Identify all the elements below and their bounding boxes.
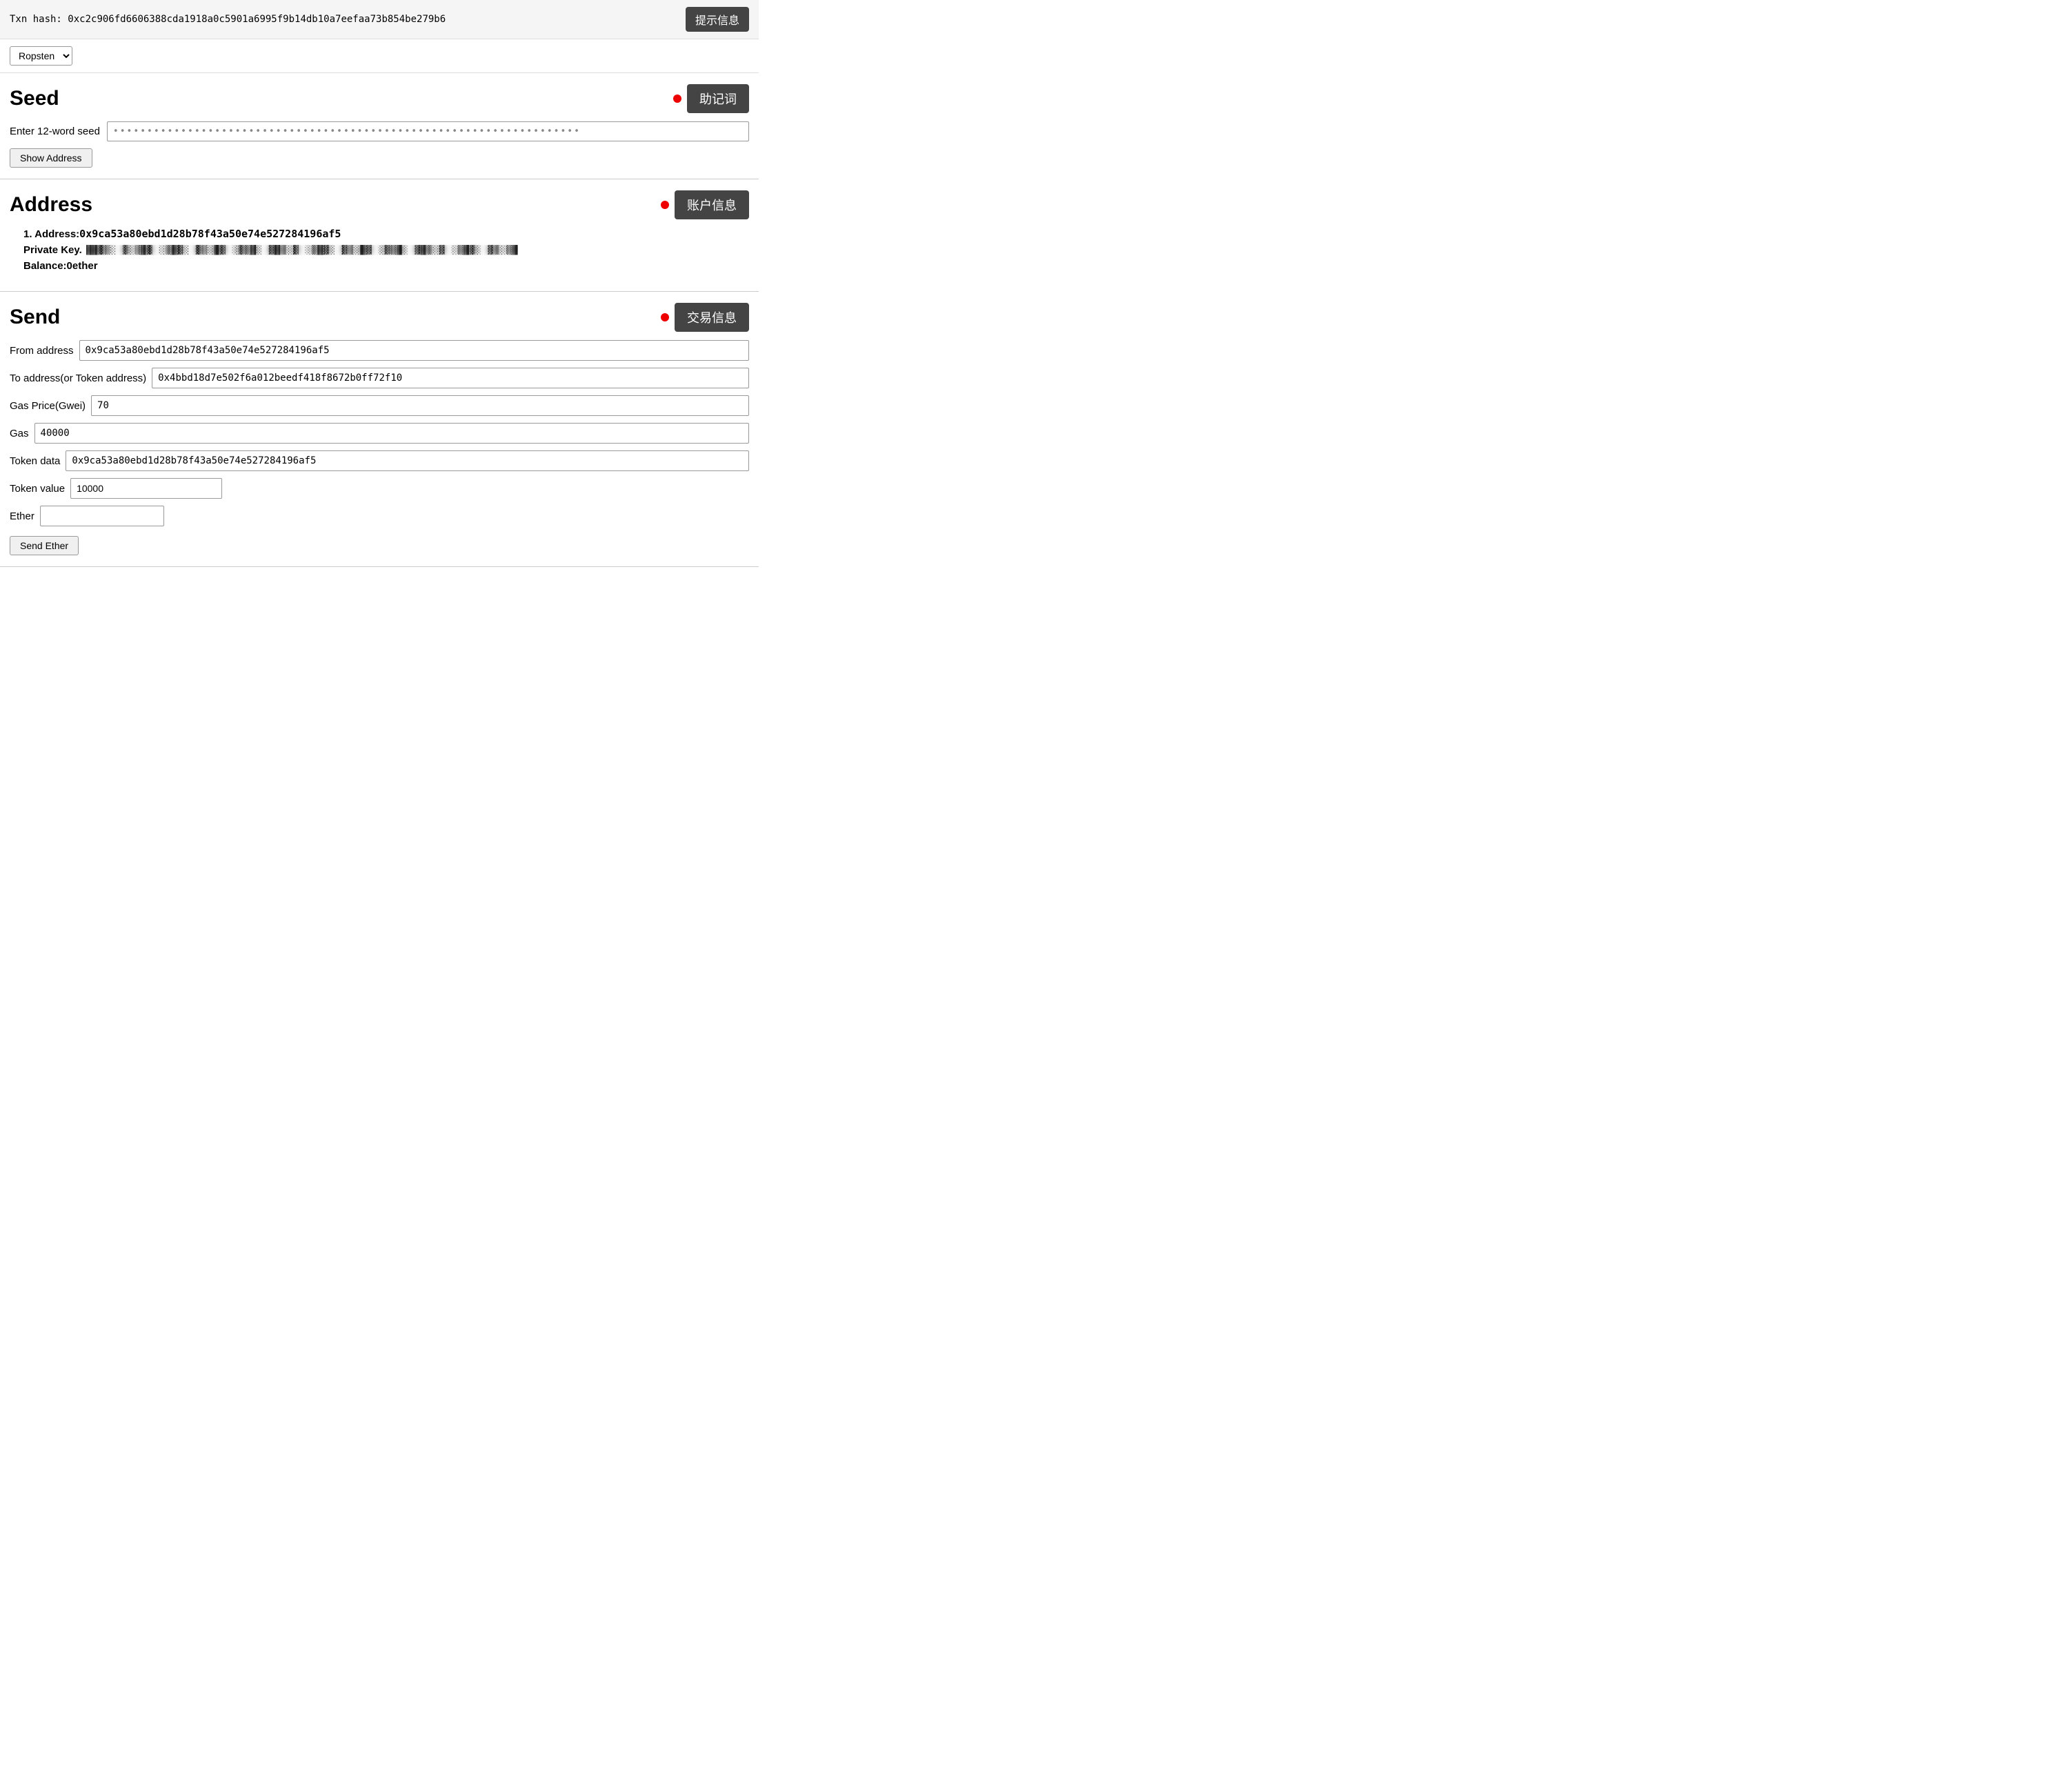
seed-section-title: Seed: [10, 87, 59, 110]
address-section-header: Address 账户信息: [10, 190, 749, 219]
seed-input[interactable]: [107, 121, 749, 141]
token-data-input[interactable]: [66, 450, 749, 471]
txn-hash-value: 0xc2c906fd6606388cda1918a0c5901a6995f9b1…: [68, 14, 446, 25]
send-red-dot: [661, 313, 669, 321]
ether-input[interactable]: [40, 506, 164, 526]
seed-badge: 助记词: [687, 84, 749, 113]
gas-price-row: Gas Price(Gwei): [10, 395, 749, 416]
address-number: 1.: [23, 228, 32, 240]
address-value: 0x9ca53a80ebd1d28b78f43a50e74e527284196a…: [79, 228, 341, 240]
gas-row: Gas: [10, 423, 749, 444]
address-badge: 账户信息: [675, 190, 749, 219]
send-badge-area: 交易信息: [661, 303, 749, 332]
seed-red-dot: [673, 95, 681, 103]
address-label: Address:: [34, 228, 79, 240]
address-section: Address 账户信息 1. Address:0x9ca53a80ebd1d2…: [0, 179, 759, 292]
send-badge: 交易信息: [675, 303, 749, 332]
seed-badge-area: 助记词: [673, 84, 749, 113]
from-address-input[interactable]: [79, 340, 749, 361]
ether-label: Ether: [10, 510, 34, 522]
to-address-input[interactable]: [152, 368, 749, 388]
send-btn-row: Send Ether: [10, 536, 749, 555]
txn-bar: Txn hash: 0xc2c906fd6606388cda1918a0c590…: [0, 0, 759, 39]
private-key-row: Private Key. ██▓▒░ ▓░▒█▓ ░▒█▓░ ▓▒░█▓ ░▓▒…: [23, 244, 749, 256]
send-section-title: Send: [10, 306, 60, 329]
txn-hash: Txn hash: 0xc2c906fd6606388cda1918a0c590…: [10, 14, 679, 25]
token-value-label: Token value: [10, 483, 65, 495]
seed-label: Enter 12-word seed: [10, 126, 100, 137]
token-data-row: Token data: [10, 450, 749, 471]
balance-label: Balance:: [23, 260, 67, 272]
network-bar: Ropsten Mainnet Rinkeby Kovan: [0, 39, 759, 73]
balance-row: Balance:0ether: [23, 260, 749, 272]
seed-input-row: Enter 12-word seed: [10, 121, 749, 141]
network-select[interactable]: Ropsten Mainnet Rinkeby Kovan: [10, 46, 72, 66]
token-value-input[interactable]: [70, 478, 222, 499]
send-ether-button[interactable]: Send Ether: [10, 536, 79, 555]
address-red-dot: [661, 201, 669, 209]
address-badge-area: 账户信息: [661, 190, 749, 219]
from-address-label: From address: [10, 345, 74, 357]
token-data-label: Token data: [10, 455, 60, 467]
to-address-row: To address(or Token address): [10, 368, 749, 388]
private-key-value: ██▓▒░ ▓░▒█▓ ░▒█▓░ ▓▒░█▓ ░▓▒█░ ▓█▒░▓ ░▒█▓…: [86, 245, 519, 255]
address-item: 1. Address:0x9ca53a80ebd1d28b78f43a50e74…: [10, 228, 749, 272]
gas-price-label: Gas Price(Gwei): [10, 400, 86, 412]
show-address-button[interactable]: Show Address: [10, 148, 92, 168]
balance-value: 0ether: [67, 260, 98, 272]
send-section: Send 交易信息 From address To address(or Tok…: [0, 292, 759, 567]
txn-tooltip-badge: 提示信息: [686, 7, 749, 32]
gas-label: Gas: [10, 428, 29, 439]
seed-section: Seed 助记词 Enter 12-word seed Show Address: [0, 73, 759, 179]
from-address-row: From address: [10, 340, 749, 361]
gas-price-input[interactable]: [91, 395, 749, 416]
send-section-header: Send 交易信息: [10, 303, 749, 332]
to-address-label: To address(or Token address): [10, 372, 146, 384]
ether-row: Ether: [10, 506, 749, 526]
private-key-label: Private Key.: [23, 244, 82, 256]
gas-input[interactable]: [34, 423, 749, 444]
seed-section-header: Seed 助记词: [10, 84, 749, 113]
txn-hash-label: Txn hash:: [10, 14, 62, 25]
address-section-title: Address: [10, 193, 92, 217]
token-value-row: Token value: [10, 478, 749, 499]
address-item-number: 1. Address:0x9ca53a80ebd1d28b78f43a50e74…: [23, 228, 749, 240]
